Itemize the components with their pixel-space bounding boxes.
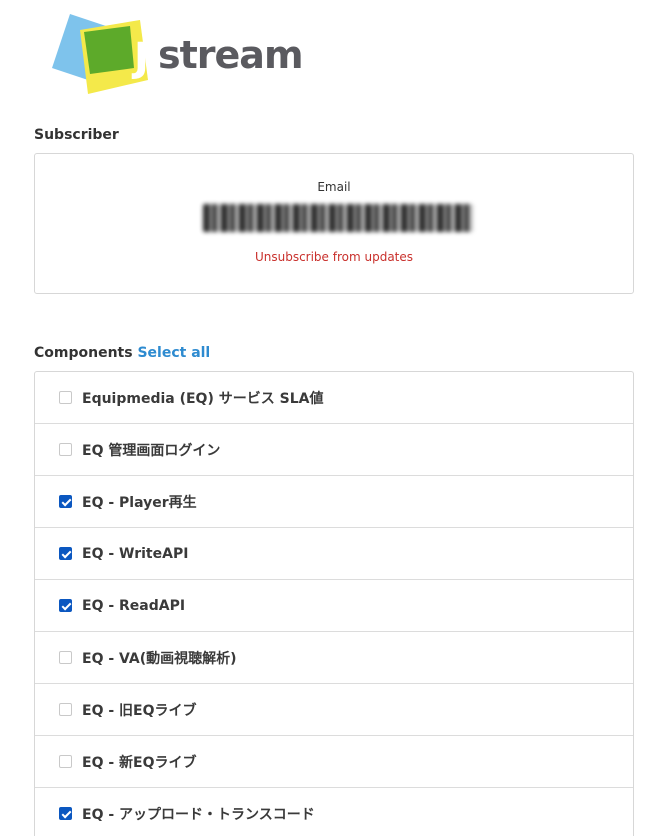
component-row[interactable]: EQ - アップロード・トランスコード: [35, 788, 633, 836]
component-row[interactable]: EQ - VA(動画視聴解析): [35, 632, 633, 684]
logo-letter-j: J: [134, 35, 149, 81]
component-label: EQ - 旧EQライブ: [82, 702, 197, 719]
component-label: EQ - VA(動画視聴解析): [82, 650, 237, 667]
component-label: EQ - アップロード・トランスコード: [82, 806, 315, 823]
checkbox-unchecked[interactable]: [59, 755, 72, 768]
checkbox-unchecked[interactable]: [59, 443, 72, 456]
component-label: EQ 管理画面ログイン: [82, 442, 221, 459]
email-label: Email: [317, 180, 351, 194]
email-value-redacted: [203, 204, 473, 232]
components-list: Equipmedia (EQ) サービス SLA値 EQ 管理画面ログイン EQ -…: [34, 371, 634, 836]
subscriber-heading: Subscriber: [34, 127, 119, 143]
component-row[interactable]: EQ - WriteAPI: [35, 528, 633, 580]
select-all-link[interactable]: Select all: [137, 345, 210, 361]
component-label: EQ - 新EQライブ: [82, 754, 197, 771]
checkbox-unchecked[interactable]: [59, 651, 72, 664]
components-heading-row: Components Select all: [34, 345, 210, 361]
component-row[interactable]: EQ 管理画面ログイン: [35, 424, 633, 476]
component-row[interactable]: EQ - 新EQライブ: [35, 736, 633, 788]
jstream-logo: J stream: [48, 12, 304, 102]
checkbox-unchecked[interactable]: [59, 703, 72, 716]
checkbox-checked[interactable]: [59, 807, 72, 820]
component-label: EQ - WriteAPI: [82, 545, 189, 562]
checkbox-checked[interactable]: [59, 547, 72, 560]
logo-wordmark: stream: [158, 33, 304, 77]
checkbox-unchecked[interactable]: [59, 391, 72, 404]
checkbox-checked[interactable]: [59, 495, 72, 508]
checkbox-checked[interactable]: [59, 599, 72, 612]
component-row[interactable]: Equipmedia (EQ) サービス SLA値: [35, 372, 633, 424]
subscriber-card: Email Unsubscribe from updates: [34, 153, 634, 294]
subscription-page: J stream Subscriber Email Unsubscribe fr…: [0, 0, 669, 836]
component-row[interactable]: EQ - ReadAPI: [35, 580, 633, 632]
unsubscribe-link[interactable]: Unsubscribe from updates: [35, 250, 633, 264]
component-label: EQ - Player再生: [82, 494, 197, 511]
component-label: Equipmedia (EQ) サービス SLA値: [82, 390, 324, 407]
components-heading: Components: [34, 345, 133, 361]
component-row[interactable]: EQ - Player再生: [35, 476, 633, 528]
component-label: EQ - ReadAPI: [82, 597, 186, 614]
component-row[interactable]: EQ - 旧EQライブ: [35, 684, 633, 736]
